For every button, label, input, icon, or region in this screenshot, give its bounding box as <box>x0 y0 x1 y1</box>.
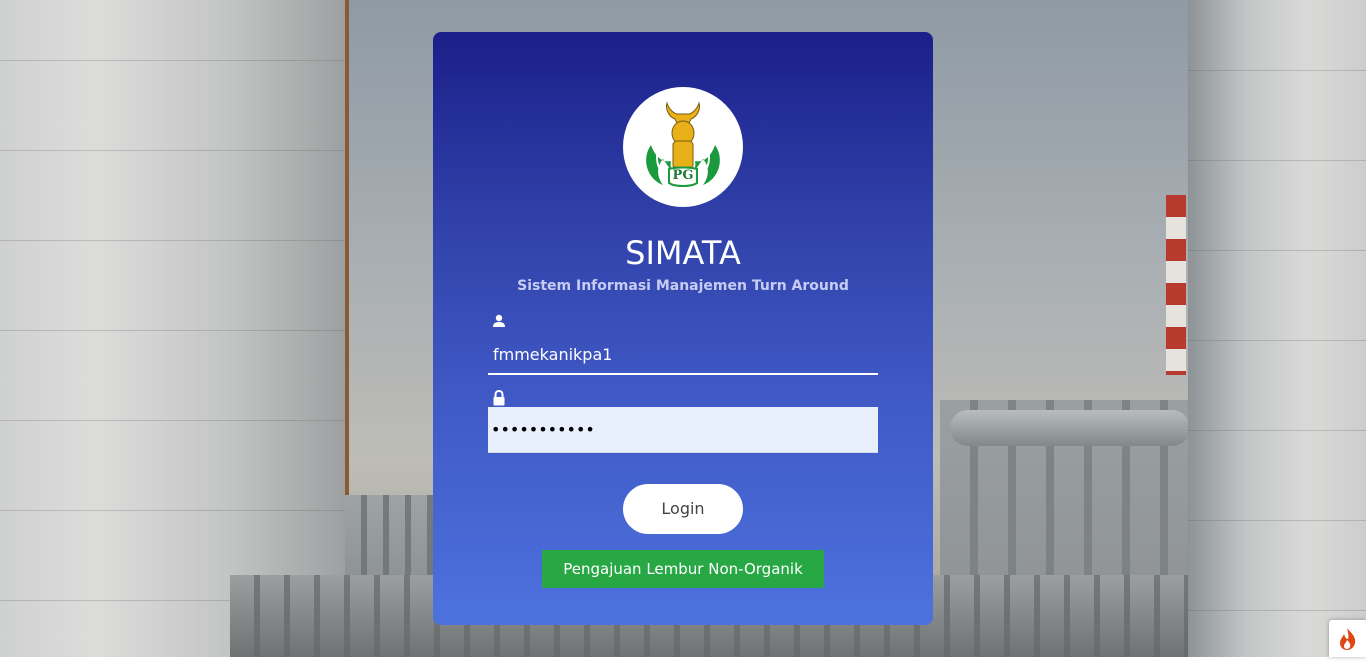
username-input[interactable] <box>488 335 878 375</box>
login-card: PG SIMATA Sistem Informasi Manajemen Tur… <box>433 32 933 625</box>
logo-text: PG <box>672 168 694 183</box>
bull-logo-icon <box>646 101 720 187</box>
company-logo: PG <box>623 87 743 207</box>
chimney <box>1166 195 1186 375</box>
app-subtitle: Sistem Informasi Manajemen Turn Around <box>517 278 849 294</box>
password-input[interactable] <box>488 407 878 453</box>
overtime-request-button[interactable]: Pengajuan Lembur Non-Organik <box>542 550 824 588</box>
storage-tank-left <box>0 0 349 657</box>
storage-tank-right <box>1188 0 1366 657</box>
debug-badge[interactable] <box>1329 620 1366 657</box>
app-title: SIMATA <box>625 234 741 272</box>
login-button[interactable]: Login <box>623 484 743 534</box>
flame-icon <box>1340 628 1356 650</box>
horizontal-pipe <box>950 410 1190 446</box>
user-icon <box>493 314 505 327</box>
lock-icon <box>493 390 505 406</box>
